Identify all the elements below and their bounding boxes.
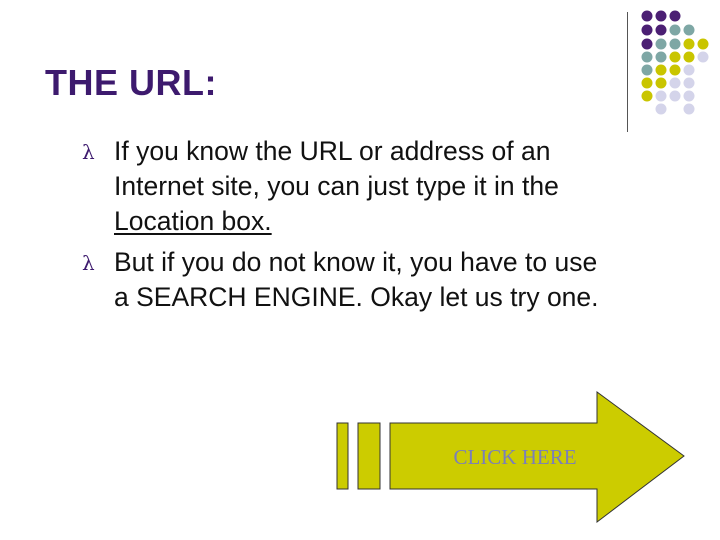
click-here-button[interactable]: CLICK HERE bbox=[0, 0, 720, 540]
arrow-stripe bbox=[357, 422, 381, 490]
arrow-body bbox=[389, 391, 685, 524]
presentation-slide: THE URL: λ If you know the URL or addres… bbox=[0, 0, 720, 540]
arrow-stripe bbox=[336, 422, 349, 490]
right-arrow-icon[interactable] bbox=[0, 0, 720, 540]
